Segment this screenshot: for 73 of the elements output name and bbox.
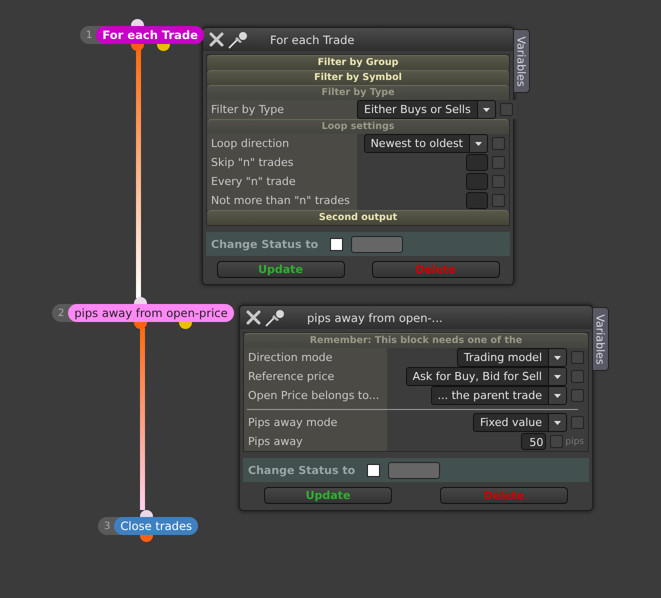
field-label: Skip "n" trades xyxy=(207,153,357,172)
field-label: Not more than "n" trades xyxy=(207,191,357,210)
node-number: 2 xyxy=(57,308,66,318)
checkbox[interactable] xyxy=(330,238,344,250)
dropdown[interactable]: Trading model xyxy=(456,348,567,367)
close-icon[interactable] xyxy=(209,32,224,47)
checkbox[interactable] xyxy=(367,464,380,476)
block-node[interactable]: 1 For each Trade xyxy=(80,26,204,44)
output-port[interactable] xyxy=(134,322,147,329)
caret-icon xyxy=(482,108,490,112)
input-port[interactable] xyxy=(134,297,147,304)
caret-icon xyxy=(475,142,482,146)
field-label: Direction mode xyxy=(244,348,387,367)
number-field[interactable] xyxy=(466,173,488,190)
node-label: pips away from open-price xyxy=(68,304,234,322)
dropdown[interactable]: Either Buys or Sells xyxy=(357,100,496,119)
node-label: For each Trade xyxy=(96,26,204,44)
caret-icon xyxy=(554,374,561,378)
output-port[interactable] xyxy=(179,322,192,329)
checkbox[interactable] xyxy=(492,194,505,207)
field-label: Filter by Type xyxy=(207,100,357,119)
checkbox[interactable] xyxy=(571,370,584,383)
section-header[interactable]: Filter by Symbol xyxy=(207,70,509,85)
dropdown[interactable]: Fixed value xyxy=(472,413,567,432)
checkbox[interactable] xyxy=(571,416,584,429)
number-field[interactable] xyxy=(466,154,488,171)
pin-icon[interactable] xyxy=(265,308,285,326)
input-port[interactable] xyxy=(131,19,144,26)
checkbox[interactable] xyxy=(571,351,584,364)
node-label: Close trades xyxy=(114,517,198,535)
checkbox[interactable] xyxy=(492,156,505,169)
update-button[interactable]: Update xyxy=(216,261,344,278)
close-icon[interactable] xyxy=(246,310,261,325)
number-field[interactable]: 50 xyxy=(521,433,546,450)
block-node[interactable]: 3 Close trades xyxy=(98,517,198,535)
status-field[interactable] xyxy=(351,236,404,252)
field-label: Pips away xyxy=(244,432,387,451)
checkbox[interactable] xyxy=(492,175,505,188)
dropdown[interactable]: Ask for Buy, Bid for Sell xyxy=(406,367,567,386)
section-header[interactable]: Filter by Group xyxy=(207,55,509,70)
node-number: 1 xyxy=(85,30,94,40)
caret-icon xyxy=(554,394,561,398)
status-field[interactable] xyxy=(388,462,440,478)
number-field[interactable] xyxy=(466,192,488,209)
dropdown[interactable]: Newest to oldest xyxy=(364,134,488,153)
update-button[interactable]: Update xyxy=(264,487,392,504)
field-label: Reference price xyxy=(244,367,387,386)
checkbox[interactable] xyxy=(550,435,564,448)
caret-icon xyxy=(554,356,561,360)
field-label: Open Price belongs to... xyxy=(244,386,387,405)
dropdown[interactable]: ... the parent trade xyxy=(430,386,567,405)
variables-tab[interactable]: Variables xyxy=(592,307,609,371)
output-port[interactable] xyxy=(140,535,153,542)
unit-label: pips xyxy=(565,436,584,446)
status-label: Change Status to xyxy=(248,464,356,476)
checkbox[interactable] xyxy=(571,389,584,402)
block-node[interactable]: 2 pips away from open-price xyxy=(52,304,234,322)
field-label: Loop direction xyxy=(207,134,357,153)
status-label: Change Status to xyxy=(211,238,318,250)
caret-icon xyxy=(554,420,561,424)
field-label: Pips away mode xyxy=(244,413,387,432)
checkbox[interactable] xyxy=(500,103,513,116)
variables-tab[interactable]: Variables xyxy=(513,29,530,93)
pin-icon[interactable] xyxy=(228,30,248,48)
output-port[interactable] xyxy=(157,44,170,51)
field-label: Every "n" trade xyxy=(207,172,357,191)
panel-title: For each Trade xyxy=(270,32,354,46)
output-port[interactable] xyxy=(131,44,144,51)
node-number: 3 xyxy=(103,520,112,532)
input-port[interactable] xyxy=(140,510,153,517)
checkbox[interactable] xyxy=(492,137,505,150)
section-header[interactable]: Second output xyxy=(207,210,509,225)
panel-title: pips away from open-... xyxy=(307,310,443,324)
